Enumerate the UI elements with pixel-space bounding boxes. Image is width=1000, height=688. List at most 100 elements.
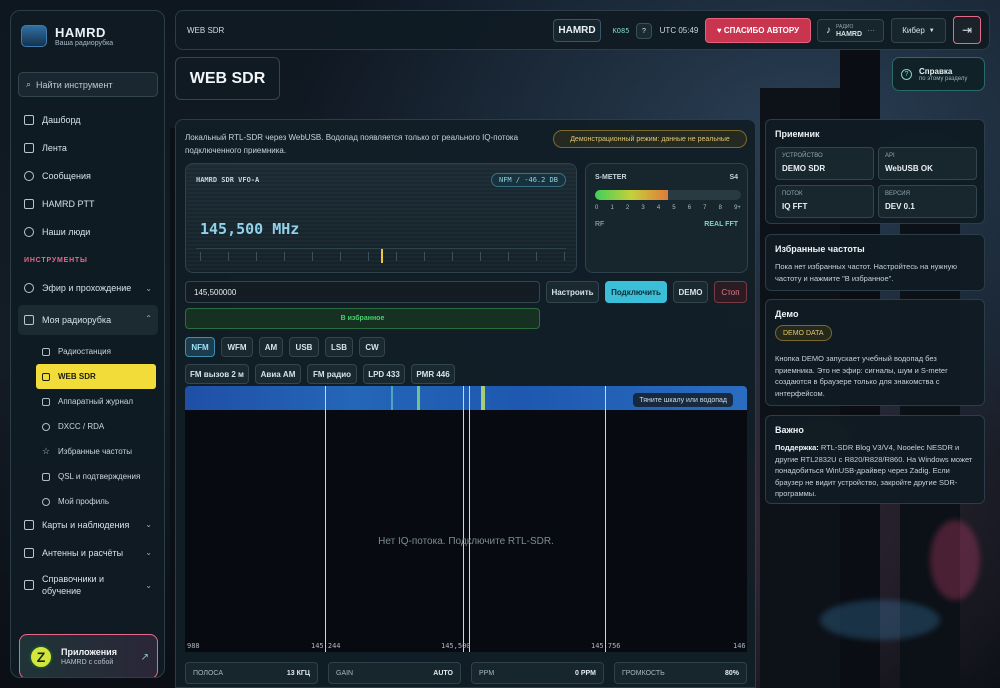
smeter-tick: 1 [610, 205, 614, 211]
mail-icon [42, 472, 50, 481]
theme-select[interactable]: Кибер ▼ [891, 18, 946, 43]
scale-tick [396, 252, 397, 261]
apps-card[interactable]: Z Приложения HAMRD с собой ↗ [19, 634, 158, 677]
sidebar-group-maps[interactable]: Карты и наблюдения ⌄ [18, 511, 158, 539]
sidebar-item-people[interactable]: Наши люди [18, 218, 158, 246]
sidebar-item-websdr[interactable]: WEB SDR [36, 364, 156, 389]
thanks-author-button[interactable]: ♥ СПАСИБО АВТОРУ [705, 18, 811, 43]
demo-button[interactable]: DEMO [673, 281, 708, 303]
stat-value: 80% [724, 669, 739, 677]
sidebar-item-dashboard[interactable]: Дашборд [18, 106, 158, 134]
receiver-cell: ВЕРСИЯ DEV 0.1 [878, 185, 977, 218]
mode-chip-nfm[interactable]: NFM [185, 337, 215, 357]
preset-chip[interactable]: FM вызов 2 м [185, 364, 249, 384]
more-nav: Карты и наблюдения ⌄ Антенны и расчёты ⌄ С… [18, 511, 158, 603]
add-favorite-button[interactable]: В избранное [185, 308, 540, 329]
music-note-icon: ♪ [825, 25, 831, 36]
stat-1: GAIN AUTO [328, 662, 461, 684]
tools-nav: Эфир и прохождение ⌄ Моя радиорубка ⌃ [18, 271, 158, 335]
logo-subtitle: Ваша радиорубка [55, 40, 114, 47]
scale-tick [340, 252, 341, 261]
star-icon: ☆ [42, 446, 51, 456]
search-input[interactable]: ⌕ Найти инструмент [18, 72, 158, 97]
more-dots-icon: ··· [867, 26, 876, 35]
tune-button[interactable]: Настроить [546, 281, 599, 303]
stat-label: ГРОМКОСТЬ [622, 669, 665, 677]
preset-chip[interactable]: FM радио [307, 364, 357, 384]
important-card: Важно Поддержка: RTL-SDR Blog V3/V4, Noo… [765, 415, 985, 504]
preset-chip[interactable]: LPD 433 [363, 364, 405, 384]
receiver-cell-value: DEMO SDR [782, 164, 826, 173]
sidebar-item-favorites[interactable]: ☆ Избранные частоты [36, 439, 156, 464]
sidebar-group-air[interactable]: Эфир и прохождение ⌄ [18, 271, 158, 305]
waterfall[interactable]: Тяните шкалу или водопад Нет IQ-потока. … [185, 386, 747, 652]
ptt-icon [24, 199, 34, 209]
top-bar: WEB SDR HAMRD KO85 ? UTC 05:49 ♥ СПАСИБО… [175, 10, 990, 50]
help-button[interactable]: ? Справка по этому разделу [892, 57, 985, 91]
mode-chip-cw[interactable]: CW [359, 337, 385, 357]
sidebar-group-radioroom[interactable]: Моя радиорубка ⌃ [18, 305, 158, 335]
utc-clock: UTC 05:49 [659, 26, 699, 35]
sidebar-item-logbook[interactable]: Аппаратный журнал [36, 389, 156, 414]
scale-tick [480, 252, 481, 261]
search-icon: ⌕ [26, 79, 32, 89]
chevron-down-icon: ⌄ [145, 284, 152, 293]
smeter-label: S-METER [595, 174, 627, 181]
waterfall-empty-message: Нет IQ-потока. Подключите RTL-SDR. [378, 536, 554, 547]
logo-icon [21, 25, 47, 47]
sidebar-item-radiostation[interactable]: Радиостанция [36, 339, 156, 364]
logbook-icon [42, 397, 50, 406]
receiver-cell-value: WebUSB OK [885, 164, 933, 173]
receiver-cell-value: DEV 0.1 [885, 202, 915, 211]
scale-tick [284, 252, 285, 261]
connect-button[interactable]: Подключить [605, 281, 667, 303]
receiver-cell-label: ПОТОК [782, 191, 803, 197]
logout-icon[interactable]: ⇥ [953, 16, 981, 44]
s-meter: S-METER S4 0 1 2 3 4 5 6 7 8 9+ RF REAL FFT [585, 163, 748, 273]
smeter-tick: 6 [687, 205, 692, 211]
sidebar-group-antennas[interactable]: Антенны и расчёты ⌄ [18, 539, 158, 567]
logo[interactable]: HAMRD Ваша радиорубка [21, 25, 113, 47]
receiver-cell: ПОТОК IQ FFT [775, 185, 874, 218]
mode-chip-wfm[interactable]: WFM [221, 337, 253, 357]
brand-badge[interactable]: HAMRD [553, 19, 601, 42]
preset-chip[interactable]: Авиа AM [255, 364, 301, 384]
sidebar-item-dxcc[interactable]: DXCC / RDA [36, 414, 156, 439]
document-icon [24, 143, 34, 153]
sidebar-item-qsl[interactable]: QSL и подтверждения [36, 464, 156, 489]
sidebar-group-reference[interactable]: Справочники и обучение ⌄ [18, 567, 158, 603]
chevron-down-icon: ⌄ [145, 548, 152, 557]
mode-chip-am[interactable]: AM [259, 337, 283, 357]
sidebar-item-messages[interactable]: Сообщения [18, 162, 158, 190]
map-icon [24, 520, 34, 530]
important-text: Поддержка: RTL-SDR Blog V3/V4, Nooelec N… [775, 443, 973, 498]
wifi-icon [24, 283, 34, 293]
scale-tick [564, 252, 565, 261]
scale-tick [536, 252, 537, 261]
locator-help-button[interactable]: ? [636, 23, 652, 39]
sidebar-item-ptt[interactable]: HAMRD PTT [18, 190, 158, 218]
demo-warning-badge: Демонстрационный режим: данные не реальн… [553, 130, 747, 148]
apps-subtitle: HAMRD с собой [61, 659, 114, 666]
scale-tick [256, 252, 257, 261]
topbar-title: WEB SDR [187, 26, 225, 35]
radio-player-button[interactable]: ♪ РАДИО HAMRD ··· [817, 19, 884, 42]
stop-button[interactable]: Стоп [714, 281, 747, 303]
sidebar-item-feed[interactable]: Лента [18, 134, 158, 162]
receiver-cell: API WebUSB OK [878, 147, 977, 180]
frequency-input[interactable]: 145,500000 [185, 281, 540, 303]
fft-label: REAL FFT [704, 221, 738, 228]
smeter-fill [595, 190, 668, 200]
vfo-tuning-scale[interactable] [196, 248, 566, 263]
radioroom-subnav: Радиостанция WEB SDR Аппаратный журнал D… [36, 339, 156, 514]
stat-value: 13 КГЦ [286, 669, 310, 677]
favorites-card: Избранные частоты Пока нет избранных час… [765, 234, 985, 291]
mode-chip-usb[interactable]: USB [289, 337, 319, 357]
help-icon: ? [901, 68, 912, 80]
preset-chip[interactable]: PMR 446 [411, 364, 455, 384]
sidebar: HAMRD Ваша радиорубка ⌕ Найти инструмент… [10, 10, 165, 678]
mode-chip-lsb[interactable]: LSB [325, 337, 353, 357]
vfo-mode-badge: NFM / -46.2 DB [490, 173, 566, 187]
main-nav: Дашборд Лента Сообщения HAMRD PTT Наши л… [18, 106, 158, 246]
receiver-cell: УСТРОЙСТВО DEMO SDR [775, 147, 874, 180]
